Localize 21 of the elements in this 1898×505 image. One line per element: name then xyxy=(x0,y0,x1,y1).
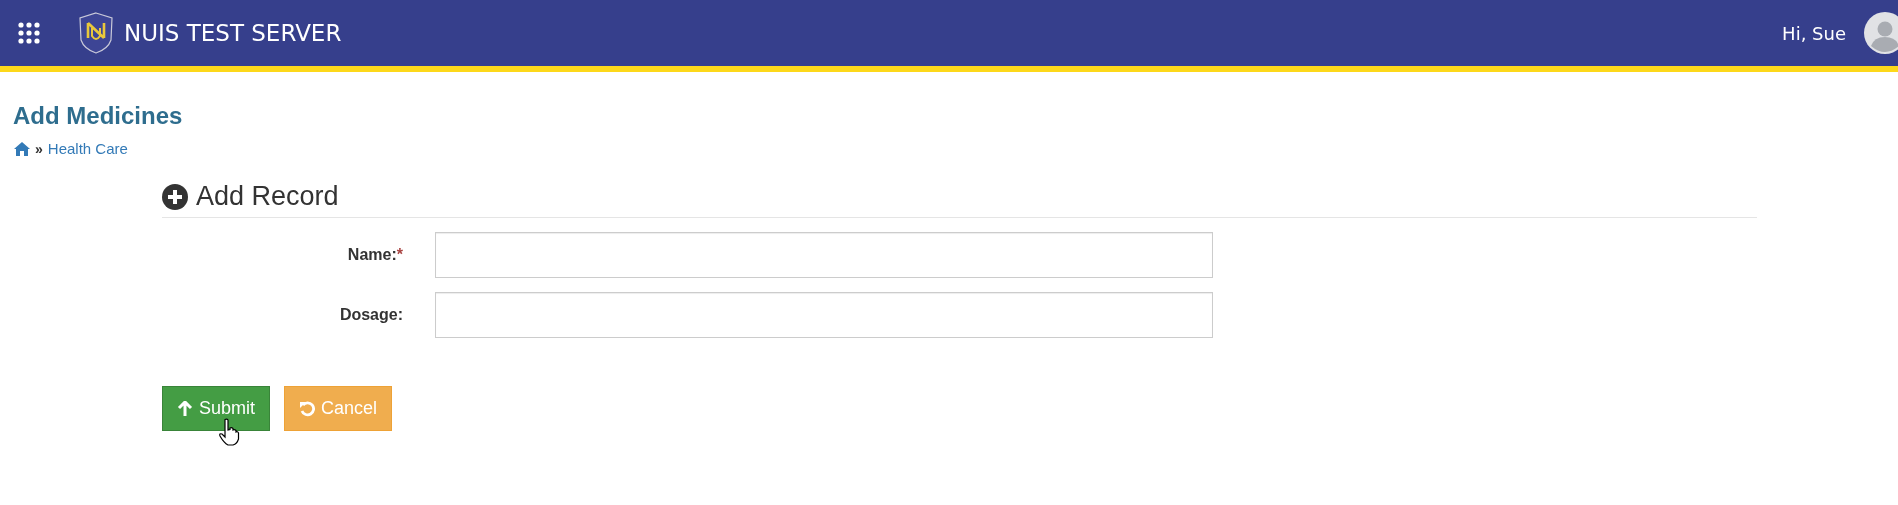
submit-button[interactable]: Submit xyxy=(162,386,271,431)
avatar-icon[interactable] xyxy=(1864,12,1898,54)
breadcrumb-link[interactable]: Health Care xyxy=(47,140,128,157)
breadcrumb-separator: » xyxy=(35,140,43,157)
app-title: NUIS TEST SERVER xyxy=(124,20,342,46)
field-label: Dosage: xyxy=(339,306,403,324)
section-heading: Add Record xyxy=(196,181,339,212)
cancel-button[interactable]: Cancel xyxy=(284,386,393,431)
input-field[interactable] xyxy=(435,232,1213,278)
user-greeting: Hi, Sue xyxy=(1782,22,1846,44)
apps-grid-icon[interactable] xyxy=(18,22,40,44)
home-icon[interactable] xyxy=(14,141,30,156)
shield-logo-icon xyxy=(78,12,114,54)
page-title: Add Medicines xyxy=(13,102,183,130)
field-label: Name: xyxy=(347,246,397,264)
plus-circle-icon xyxy=(162,183,188,210)
required-marker: * xyxy=(396,246,403,264)
input-field[interactable] xyxy=(435,292,1213,338)
hand-cursor-icon xyxy=(218,418,240,446)
undo-icon xyxy=(299,400,316,417)
up-arrow-icon xyxy=(177,400,193,417)
